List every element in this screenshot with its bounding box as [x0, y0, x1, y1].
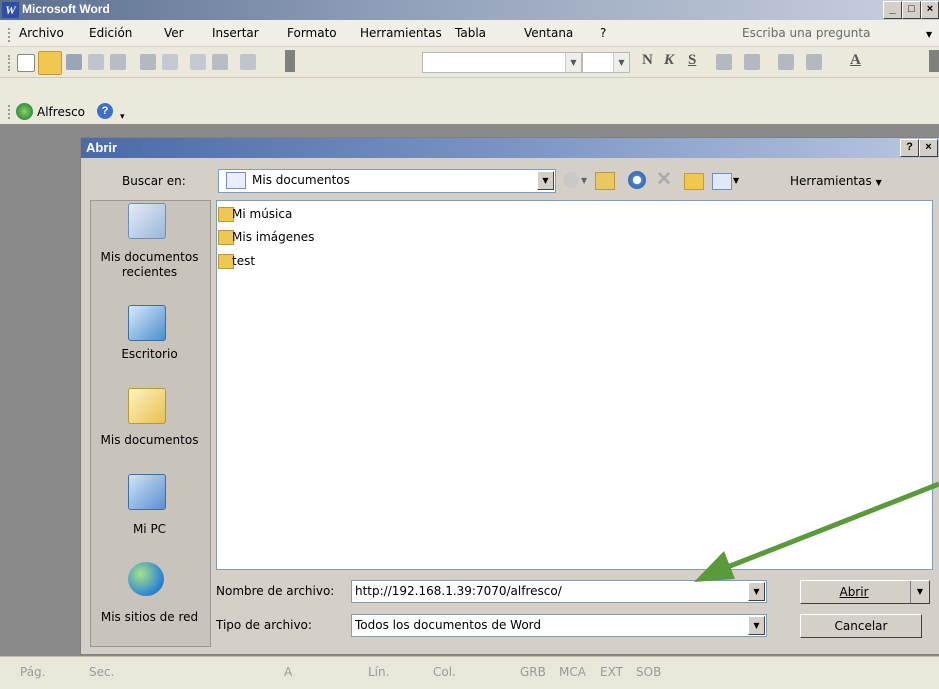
annotation-arrow	[694, 481, 939, 582]
arrow-head	[694, 551, 735, 582]
arrow-shaft	[719, 481, 939, 573]
